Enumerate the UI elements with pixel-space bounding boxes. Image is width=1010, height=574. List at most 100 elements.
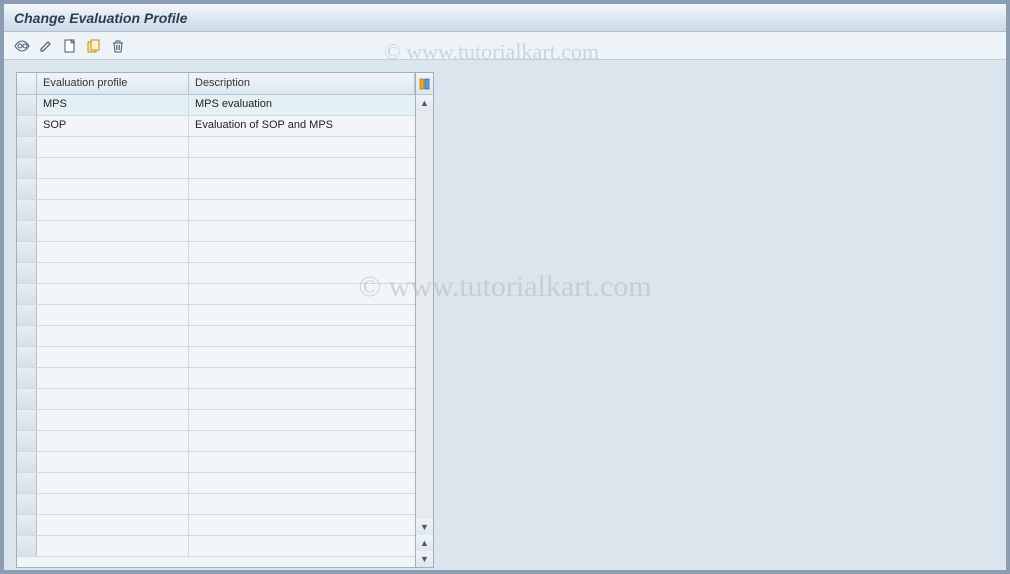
cell-description[interactable] — [189, 389, 415, 409]
table-row[interactable] — [17, 137, 415, 158]
cell-profile[interactable] — [37, 263, 189, 283]
row-selector[interactable] — [17, 263, 37, 283]
row-selector[interactable] — [17, 179, 37, 199]
table-row[interactable] — [17, 536, 415, 557]
table-row[interactable] — [17, 347, 415, 368]
table-row[interactable] — [17, 284, 415, 305]
row-selector[interactable] — [17, 200, 37, 220]
cell-profile[interactable] — [37, 305, 189, 325]
cell-description[interactable] — [189, 431, 415, 451]
cell-description[interactable] — [189, 263, 415, 283]
row-selector[interactable] — [17, 494, 37, 514]
cell-profile[interactable] — [37, 179, 189, 199]
row-selector[interactable] — [17, 137, 37, 157]
row-selector[interactable] — [17, 515, 37, 535]
table-row[interactable] — [17, 263, 415, 284]
table-row[interactable] — [17, 221, 415, 242]
display-icon[interactable] — [12, 36, 32, 56]
table-row[interactable] — [17, 326, 415, 347]
cell-profile[interactable] — [37, 284, 189, 304]
column-header-profile[interactable]: Evaluation profile — [37, 73, 189, 94]
cell-description[interactable] — [189, 494, 415, 514]
cell-profile[interactable] — [37, 326, 189, 346]
table-row[interactable] — [17, 242, 415, 263]
table-row[interactable] — [17, 515, 415, 536]
cell-description[interactable] — [189, 368, 415, 388]
row-selector[interactable] — [17, 116, 37, 136]
table-row[interactable] — [17, 368, 415, 389]
table-row[interactable] — [17, 305, 415, 326]
cell-description[interactable] — [189, 137, 415, 157]
cell-description[interactable] — [189, 305, 415, 325]
cell-profile[interactable] — [37, 536, 189, 556]
table-row[interactable]: SOPEvaluation of SOP and MPS — [17, 116, 415, 137]
row-selector[interactable] — [17, 368, 37, 388]
cell-description[interactable] — [189, 410, 415, 430]
cell-profile[interactable] — [37, 410, 189, 430]
row-selector[interactable] — [17, 410, 37, 430]
cell-description[interactable] — [189, 473, 415, 493]
row-selector[interactable] — [17, 95, 37, 115]
delete-icon[interactable] — [108, 36, 128, 56]
cell-description[interactable]: MPS evaluation — [189, 95, 415, 115]
row-selector[interactable] — [17, 305, 37, 325]
table-row[interactable] — [17, 473, 415, 494]
table-row[interactable] — [17, 179, 415, 200]
row-selector[interactable] — [17, 536, 37, 556]
cell-description[interactable] — [189, 347, 415, 367]
row-selector[interactable] — [17, 242, 37, 262]
cell-profile[interactable] — [37, 200, 189, 220]
row-selector[interactable] — [17, 221, 37, 241]
cell-description[interactable] — [189, 200, 415, 220]
table-row[interactable] — [17, 389, 415, 410]
table-row[interactable] — [17, 452, 415, 473]
cell-profile[interactable]: MPS — [37, 95, 189, 115]
cell-description[interactable] — [189, 536, 415, 556]
scroll-track[interactable] — [416, 111, 433, 519]
row-selector[interactable] — [17, 473, 37, 493]
cell-description[interactable] — [189, 515, 415, 535]
table-config-icon[interactable] — [416, 73, 433, 95]
cell-description[interactable] — [189, 179, 415, 199]
table-row[interactable] — [17, 158, 415, 179]
table-row[interactable] — [17, 410, 415, 431]
edit-icon[interactable] — [36, 36, 56, 56]
new-icon[interactable] — [60, 36, 80, 56]
cell-profile[interactable] — [37, 158, 189, 178]
scroll-up2-icon[interactable]: ▲ — [416, 535, 433, 551]
row-selector[interactable] — [17, 158, 37, 178]
cell-profile[interactable] — [37, 221, 189, 241]
cell-description[interactable] — [189, 242, 415, 262]
cell-profile[interactable]: SOP — [37, 116, 189, 136]
select-all-handle[interactable] — [17, 73, 37, 94]
cell-description[interactable] — [189, 452, 415, 472]
scroll-down2-icon[interactable]: ▼ — [416, 551, 433, 567]
cell-profile[interactable] — [37, 137, 189, 157]
scroll-down-icon[interactable]: ▼ — [416, 519, 433, 535]
cell-profile[interactable] — [37, 242, 189, 262]
vertical-scrollbar[interactable]: ▲ ▼ ▲ ▼ — [416, 72, 434, 568]
row-selector[interactable] — [17, 284, 37, 304]
table-row[interactable] — [17, 200, 415, 221]
row-selector[interactable] — [17, 326, 37, 346]
column-header-description[interactable]: Description — [189, 73, 415, 94]
row-selector[interactable] — [17, 431, 37, 451]
cell-description[interactable] — [189, 326, 415, 346]
cell-description[interactable] — [189, 158, 415, 178]
cell-description[interactable] — [189, 284, 415, 304]
cell-profile[interactable] — [37, 389, 189, 409]
cell-description[interactable] — [189, 221, 415, 241]
table-row[interactable] — [17, 431, 415, 452]
row-selector[interactable] — [17, 452, 37, 472]
cell-profile[interactable] — [37, 473, 189, 493]
cell-profile[interactable] — [37, 494, 189, 514]
cell-profile[interactable] — [37, 431, 189, 451]
cell-profile[interactable] — [37, 515, 189, 535]
row-selector[interactable] — [17, 347, 37, 367]
cell-profile[interactable] — [37, 347, 189, 367]
table-row[interactable]: MPSMPS evaluation — [17, 95, 415, 116]
cell-description[interactable]: Evaluation of SOP and MPS — [189, 116, 415, 136]
scroll-up-icon[interactable]: ▲ — [416, 95, 433, 111]
cell-profile[interactable] — [37, 452, 189, 472]
copy-icon[interactable] — [84, 36, 104, 56]
